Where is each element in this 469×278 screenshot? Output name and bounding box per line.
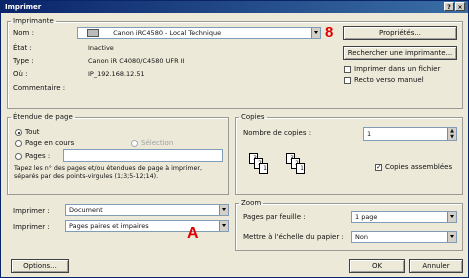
chevron-down-icon — [447, 212, 456, 222]
print-sel-select[interactable]: Pages paires et impaires — [65, 220, 229, 232]
page-range-group-label: Étendue de page — [13, 113, 73, 121]
copies-group: Copies — [235, 113, 463, 195]
print-what-label: Imprimer : — [13, 207, 50, 215]
print-what-value: Document — [69, 206, 103, 214]
printer-select[interactable]: Canon iRC4580 - Local Technique — [77, 27, 321, 39]
range-pages-label: Pages : — [25, 152, 51, 160]
pps-select[interactable]: 1 page — [351, 211, 457, 223]
chevron-down-icon — [311, 28, 320, 38]
where-value: IP_192.168.12.51 — [88, 70, 145, 78]
range-current-label: Page en cours — [25, 139, 75, 147]
close-button[interactable]: × — [455, 2, 465, 11]
chevron-down-icon — [219, 205, 228, 215]
chevron-down-icon — [447, 232, 456, 242]
state-value: Inactive — [88, 44, 114, 52]
range-all-label: Tout — [25, 128, 40, 136]
collate-label: Copies assemblées — [385, 163, 453, 171]
range-pages-radio[interactable] — [15, 153, 22, 160]
copies-count-value: 1 — [367, 130, 372, 138]
print-dialog: Imprimer ? × Imprimante Nom : Canon iRC4… — [0, 0, 469, 278]
type-label: Type : — [13, 57, 34, 65]
where-label: Où : — [13, 70, 28, 78]
print-to-file-label: Imprimer dans un fichier — [354, 65, 441, 73]
find-printer-button[interactable]: Rechercher une imprimante... — [343, 46, 457, 60]
scale-select[interactable]: Non — [351, 231, 457, 243]
state-label: État : — [13, 44, 32, 52]
range-selection-label: Sélection — [141, 139, 174, 147]
comment-label: Commentaire : — [13, 84, 66, 92]
print-what-select[interactable]: Document — [65, 204, 229, 216]
copies-group-label: Copies — [241, 113, 265, 121]
zoom-group: Zoom — [235, 199, 463, 251]
cancel-button[interactable]: Annuler — [409, 259, 463, 273]
range-selection-radio[interactable] — [131, 140, 138, 147]
scale-value: Non — [355, 233, 368, 241]
print-to-file-checkbox[interactable] — [344, 66, 351, 73]
duplex-checkbox[interactable] — [344, 77, 351, 84]
options-button[interactable]: Options... — [11, 259, 69, 273]
range-all-radio[interactable] — [15, 129, 22, 136]
duplex-label: Recto verso manuel — [354, 76, 424, 84]
type-value: Canon iR C4080/C4580 UFR II — [88, 57, 185, 65]
printer-group-label: Imprimante — [13, 17, 54, 25]
collate-checkbox[interactable]: ✓ — [375, 164, 382, 171]
range-hint: Tapez les n° des pages et/ou étendues de… — [14, 165, 202, 180]
properties-button[interactable]: Propriétés... — [343, 26, 457, 40]
pages-input[interactable] — [63, 149, 223, 162]
range-current-radio[interactable] — [15, 140, 22, 147]
zoom-group-label: Zoom — [241, 199, 262, 207]
copies-count-label: Nombre de copies : — [243, 129, 312, 137]
annotation-a: A — [187, 225, 199, 242]
scale-label: Mettre à l'échelle du papier : — [243, 233, 344, 241]
copies-spinner[interactable]: 1 ▲ ▼ — [363, 127, 457, 141]
pps-value: 1 page — [355, 213, 378, 221]
ok-button[interactable]: OK — [349, 259, 405, 273]
print-sel-value: Pages paires et impaires — [69, 222, 149, 230]
printer-icon — [87, 29, 99, 37]
title-bar: Imprimer ? × — [1, 1, 468, 13]
spinner-arrows-icon[interactable]: ▲ ▼ — [447, 128, 456, 140]
help-button[interactable]: ? — [444, 2, 454, 11]
chevron-down-icon — [219, 221, 228, 231]
pps-label: Pages par feuille : — [243, 213, 306, 221]
printer-name-label: Nom : — [13, 29, 34, 37]
annotation-8: 8 — [325, 24, 334, 41]
printer-select-value: Canon iRC4580 - Local Technique — [113, 29, 222, 37]
print-sel-label: Imprimer : — [13, 223, 50, 231]
window-title: Imprimer — [5, 3, 42, 11]
